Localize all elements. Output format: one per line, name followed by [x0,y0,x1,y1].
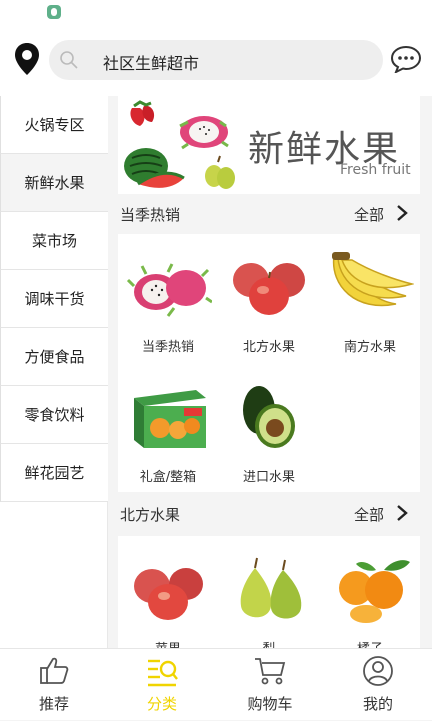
category-item[interactable]: 礼盒/整箱 [118,364,218,492]
sidebar-item-fresh-fruit[interactable]: 新鲜水果 [0,154,108,212]
search-bar[interactable]: 社区生鲜超市 [49,40,383,80]
chevron-right-icon[interactable] [396,204,408,222]
view-all-link[interactable]: 全部 [354,504,384,525]
search-input[interactable]: 社区生鲜超市 [103,50,199,74]
sidebar-item-label: 零食饮料 [24,406,85,424]
category-item-label: 礼盒/整箱 [139,470,197,485]
sidebar-item-hotpot[interactable]: 火锅专区 [0,96,108,154]
tab-category[interactable]: 分类 [108,649,216,721]
category-item[interactable]: 橘子 [320,536,420,648]
section-header-seasonal: 当季热销 全部 [118,194,420,234]
category-search-icon [148,659,178,687]
sidebar-item-label: 鲜花园艺 [24,464,85,482]
category-item[interactable]: 梨 [219,536,319,648]
top-bar: 社区生鲜超市 [0,24,432,96]
shopping-cart-icon [255,658,286,685]
sidebar-item-label: 菜市场 [31,232,77,250]
sidebar-item-seasoning[interactable]: 调味干货 [0,270,108,328]
apple-icon [134,568,203,620]
tab-profile[interactable]: 我的 [324,649,432,721]
tab-label: 分类 [146,695,177,713]
category-item-label: 进口水果 [242,470,295,485]
tab-label: 购物车 [247,695,293,713]
chevron-right-icon[interactable] [396,504,408,522]
section-panel-seasonal: 当季热销 北方水果 南方水果 礼盒/整箱 进口水果 [118,234,420,492]
location-pin-icon[interactable] [14,42,40,76]
apple-icon [233,263,305,315]
status-bar [0,0,432,24]
category-banner[interactable]: 新鲜水果 Fresh fruit [118,96,420,194]
category-item-label: 北方水果 [242,340,295,355]
tab-recommend[interactable]: 推荐 [0,649,108,721]
banana-icon [332,252,414,307]
user-profile-icon [363,656,393,686]
sidebar-item-label: 方便食品 [24,348,85,366]
view-all-link[interactable]: 全部 [354,204,384,225]
gift-box-icon [134,390,206,448]
app-notification-icon [47,5,61,19]
search-icon [60,51,78,69]
category-item-label: 苹果 [118,638,218,648]
section-header-north-fruit: 北方水果 全部 [118,494,420,534]
chat-bubble-icon[interactable] [390,45,422,73]
category-item-label: 南方水果 [343,340,396,355]
tab-label: 推荐 [38,695,69,713]
bottom-tab-bar: 推荐 分类 购物车 我的 [0,648,432,720]
sidebar-item-flowers[interactable]: 鲜花园艺 [0,444,108,502]
avocado-icon [243,386,295,448]
fruit-collage-image [124,100,235,189]
dragon-fruit-icon [126,263,212,317]
orange-icon [339,560,410,623]
tab-label: 我的 [362,695,393,713]
category-item[interactable]: 进口水果 [219,364,319,492]
sidebar-item-convenience-food[interactable]: 方便食品 [0,328,108,386]
pear-icon [240,557,302,619]
sidebar-item-label: 火锅专区 [24,116,85,134]
category-sidebar: 火锅专区 新鲜水果 菜市场 调味干货 方便食品 零食饮料 鲜花园艺 [0,96,108,648]
section-panel-north-fruit: 苹果 梨 橘子 [118,536,420,648]
section-title: 北方水果 [120,506,181,524]
category-item[interactable]: 当季热销 [118,234,218,362]
category-content: 新鲜水果 Fresh fruit 当季热销 全部 当季热销 北方水果 南方水果 … [118,96,420,648]
sidebar-item-snacks-drinks[interactable]: 零食饮料 [0,386,108,444]
sidebar-item-vegetable-market[interactable]: 菜市场 [0,212,108,270]
sidebar-item-label: 调味干货 [24,290,85,308]
banner-subtitle: Fresh fruit [340,162,411,178]
thumbs-up-icon [40,657,69,684]
category-item[interactable]: 苹果 [118,536,218,648]
category-item-label: 梨 [219,638,319,648]
category-item-label: 橘子 [320,638,420,648]
category-item[interactable]: 南方水果 [320,234,420,362]
tab-cart[interactable]: 购物车 [216,649,324,721]
category-item[interactable]: 北方水果 [219,234,319,362]
sidebar-item-label: 新鲜水果 [24,174,85,192]
category-item-label: 当季热销 [141,340,194,355]
section-title: 当季热销 [120,206,181,224]
